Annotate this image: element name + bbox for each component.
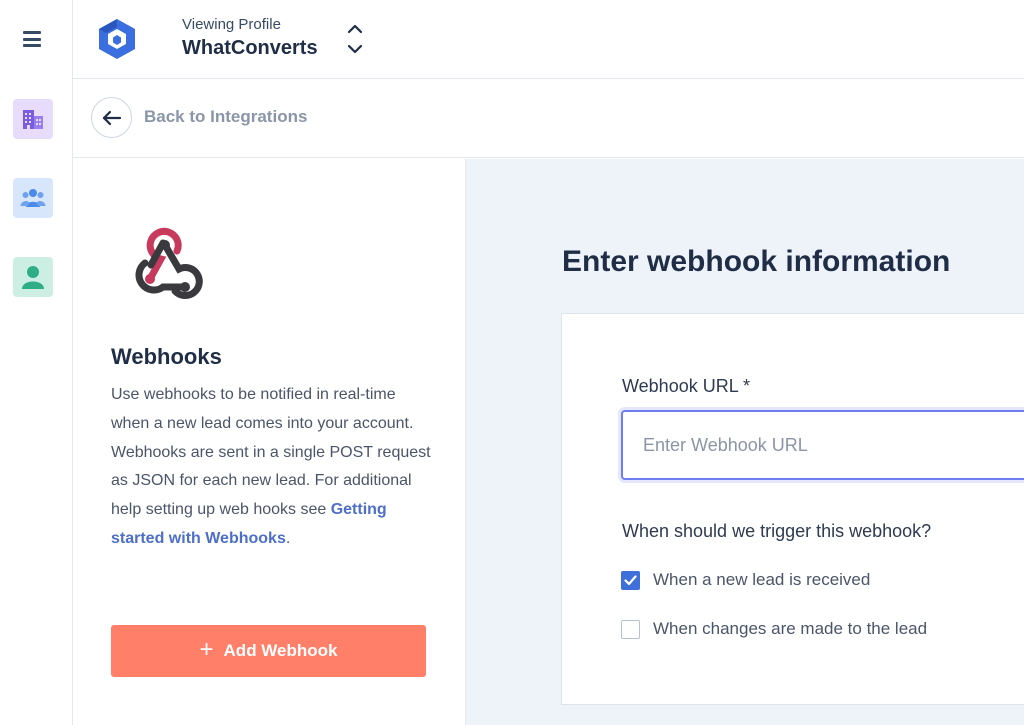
description-end: . — [285, 529, 291, 547]
webhook-form-area: Enter webhook information Webhook URL * … — [466, 159, 1024, 725]
add-webhook-label: Add Webhook — [223, 641, 338, 660]
webhook-form-card: Webhook URL * When should we trigger thi… — [561, 313, 1024, 705]
checkmark-icon — [624, 574, 637, 585]
profile-switcher-chevrons-icon[interactable] — [343, 22, 367, 58]
new-lead-checkbox[interactable] — [621, 570, 640, 590]
description-text: Use webhooks to be notified in real-time… — [111, 386, 431, 519]
webhook-url-input[interactable] — [621, 410, 1024, 480]
lead-changes-label: When changes are made to the lead — [653, 619, 928, 638]
rail-item-team[interactable] — [13, 178, 53, 218]
new-lead-label: When a new lead is received — [653, 570, 871, 589]
profile-name: WhatConverts — [182, 37, 318, 59]
rail-item-companies[interactable] — [13, 99, 53, 139]
viewing-profile-label: Viewing Profile — [182, 16, 281, 33]
lead-changes-checkbox[interactable] — [621, 619, 640, 639]
integration-title: Webhooks — [111, 344, 222, 369]
building-icon — [23, 110, 43, 129]
add-webhook-button[interactable]: + Add Webhook — [111, 625, 426, 677]
whatconverts-logo-icon[interactable] — [97, 18, 137, 60]
users-icon — [20, 189, 46, 207]
rail-item-profile[interactable] — [13, 257, 53, 297]
integration-info-panel: Webhooks Use webhooks to be notified in … — [73, 159, 466, 725]
back-to-integrations-link[interactable]: Back to Integrations — [144, 107, 307, 127]
trigger-question: When should we trigger this webhook? — [622, 521, 932, 541]
webhooks-logo-icon — [135, 227, 203, 299]
webhook-url-label: Webhook URL * — [622, 376, 751, 396]
integration-description: Use webhooks to be notified in real-time… — [111, 381, 431, 554]
top-header: Viewing Profile WhatConverts — [73, 0, 1024, 79]
trigger-option-new-lead[interactable]: When a new lead is received — [621, 570, 870, 590]
form-heading: Enter webhook information — [562, 245, 951, 278]
left-rail — [0, 0, 73, 725]
plus-icon: + — [199, 636, 214, 663]
user-icon — [22, 266, 44, 289]
back-button[interactable] — [91, 97, 132, 138]
back-bar: Back to Integrations — [73, 80, 1024, 158]
menu-icon[interactable] — [21, 29, 43, 49]
trigger-option-lead-changes[interactable]: When changes are made to the lead — [621, 619, 927, 639]
arrow-left-icon — [102, 110, 121, 125]
